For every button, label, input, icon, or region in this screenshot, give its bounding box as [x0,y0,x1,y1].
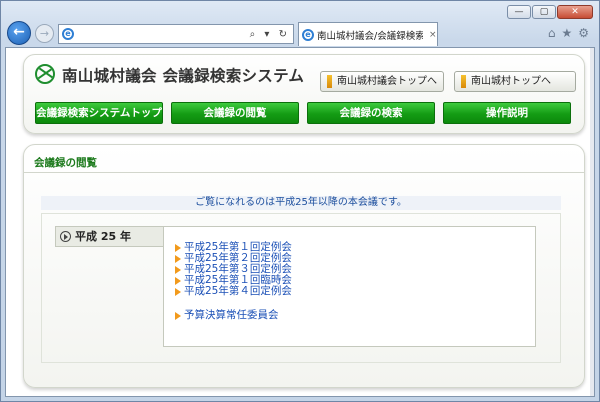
home-icon[interactable]: ⌂ [548,26,556,40]
link-marker-icon [461,75,466,88]
village-top-link-label: 南山城村トップへ [471,76,551,87]
expand-arrow-icon [60,231,71,242]
year-tree: 平成 25 年 平成25年第１回定例会 平成25年第２回定例会 平成25年第３回… [41,213,561,363]
section-divider [24,172,584,173]
browser-window: — ▢ ✕ ← → e ⌕ ▾ ↻ e 南山城村議会/会議録検索... × ⌂ … [0,0,600,402]
meeting-list: 平成25年第１回定例会 平成25年第２回定例会 平成25年第３回定例会 平成25… [163,226,536,347]
minimize-button[interactable]: — [507,5,531,19]
tab-favicon-icon: e [302,28,314,41]
nav-search-minutes[interactable]: 会議録の検索 [307,102,435,124]
close-button[interactable]: ✕ [557,5,593,19]
link-marker-icon [327,75,332,88]
nav-browse-minutes[interactable]: 会議録の閲覧 [171,102,299,124]
village-top-link[interactable]: 南山城村トップへ [454,71,576,92]
window-controls: — ▢ ✕ [507,5,593,19]
browser-tab[interactable]: e 南山城村議会/会議録検索... × [298,22,438,46]
ie-page-icon: e [62,28,74,40]
tab-title: 南山城村議会/会議録検索... [317,30,423,42]
favorites-icon[interactable]: ★ [561,26,572,40]
village-logo-icon [35,64,55,84]
section-title: 会議録の閲覧 [34,157,97,169]
toolbar-icons: ⌂ ★ ⚙ [548,26,589,40]
gikai-top-link[interactable]: 南山城村議会トップへ [320,71,444,92]
meeting-link[interactable]: 平成25年第４回定例会 [175,286,292,297]
page-content: 南山城村議会 会議録検索システム 南山城村議会トップへ 南山城村トップへ 会議録… [5,47,595,397]
gikai-top-link-label: 南山城村議会トップへ [337,76,437,87]
settings-icon[interactable]: ⚙ [578,26,589,40]
year-label: 平成 25 年 [75,230,131,243]
nav-search-system-top[interactable]: 会議録検索システムトップ [35,102,163,124]
browser-toolbar: ← → e ⌕ ▾ ↻ e 南山城村議会/会議録検索... × ⌂ ★ ⚙ [5,20,595,46]
year-toggle[interactable]: 平成 25 年 [55,226,163,247]
notice-text: ご覧になれるのは平成25年以降の本会議です。 [41,196,561,210]
scrollbar[interactable] [590,48,594,396]
address-bar[interactable]: e ⌕ ▾ ↻ [58,24,294,44]
browse-panel: 会議録の閲覧 ご覧になれるのは平成25年以降の本会議です。 平成 25 年 平成… [23,144,585,388]
address-controls-icons[interactable]: ⌕ ▾ ↻ [250,29,290,40]
back-button[interactable]: ← [7,21,31,45]
maximize-button[interactable]: ▢ [532,5,556,19]
tab-close-icon[interactable]: × [429,30,437,40]
nav-help[interactable]: 操作説明 [443,102,571,124]
site-title: 南山城村議会 会議録検索システム [62,67,305,85]
committee-link[interactable]: 予算決算常任委員会 [175,310,279,321]
forward-button[interactable]: → [35,24,54,43]
site-header: 南山城村議会 会議録検索システム 南山城村議会トップへ 南山城村トップへ 会議録… [23,54,585,134]
